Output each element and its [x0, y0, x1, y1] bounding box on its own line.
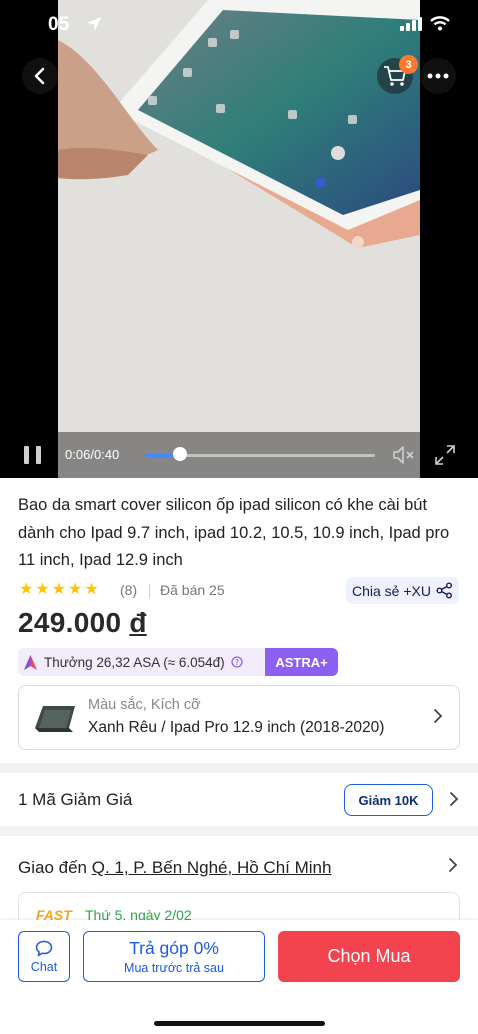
product-price: 249.000 đ [18, 607, 147, 639]
variant-label: Màu sắc, Kích cỡ [88, 697, 201, 713]
chat-label: Chat [30, 959, 58, 974]
fullscreen-icon [435, 445, 455, 465]
shipping-label: Giao đến Q. 1, P. Bến Nghé, Hồ Chí Minh [18, 858, 331, 878]
star-icon: ★ [35, 581, 50, 598]
variant-thumbnail [35, 706, 75, 732]
astra-logo-icon [24, 654, 37, 670]
star-icon: ★ [19, 581, 34, 598]
product-title: Bao da smart cover silicon ốp ipad silic… [18, 496, 450, 569]
share-button[interactable]: Chia sẻ +XU [346, 577, 459, 604]
chevron-right-icon [449, 858, 458, 872]
video-elapsed: 0:06 [65, 447, 91, 462]
rating-count[interactable]: (8) [120, 582, 137, 598]
more-button[interactable] [420, 58, 456, 94]
cart-count-badge: 3 [399, 55, 418, 74]
video-seek-thumb[interactable] [172, 447, 187, 461]
astra-plus-badge[interactable]: ASTRA+ [265, 648, 338, 676]
installment-subtitle: Mua trước trả sau [124, 961, 224, 975]
shipping-prefix: Giao đến [18, 858, 87, 877]
price-currency: đ [129, 607, 147, 638]
reward-text: Thưởng 26,32 ASA (≈ 6.054đ) [44, 654, 225, 670]
price-value: 249.000 [18, 607, 122, 638]
chevron-right-icon [450, 792, 459, 806]
product-video[interactable]: 05 3 0:06/0:40 [0, 0, 478, 478]
bottom-action-bar: Chat Trả góp 0% Mua trước trả sau Chọn M… [0, 920, 478, 1034]
reward-banner[interactable]: Thưởng 26,32 ASA (≈ 6.054đ) ? [18, 648, 266, 676]
shipping-address[interactable]: Q. 1, P. Bến Nghé, Hồ Chí Minh [92, 858, 332, 877]
voucher-chip[interactable]: Giảm 10K [344, 784, 433, 816]
installment-button[interactable]: Trả góp 0% Mua trước trả sau [83, 931, 265, 982]
mute-icon [393, 446, 414, 464]
installment-title: Trả góp 0% [129, 938, 219, 958]
video-frame[interactable] [58, 0, 420, 478]
video-duration: 0:40 [93, 447, 120, 462]
pause-button[interactable] [22, 445, 44, 470]
fullscreen-button[interactable] [434, 444, 456, 471]
chevron-right-icon [434, 709, 443, 723]
share-icon [436, 582, 452, 599]
wifi-icon [430, 16, 450, 36]
voucher-count: 1 Mã Giảm Giá [18, 790, 133, 809]
rating-stars[interactable]: ★ ★ ★ ★ ★ [19, 581, 99, 599]
star-icon: ★ [68, 581, 83, 598]
status-time: 05 [48, 14, 70, 35]
variant-value: Xanh Rêu / Ipad Pro 12.9 inch (2018-2020… [88, 719, 385, 736]
rating-divider [149, 584, 150, 598]
svg-text:?: ? [235, 658, 239, 667]
back-button[interactable] [22, 58, 58, 94]
section-divider [0, 763, 478, 773]
sold-count: Đã bán 25 [160, 582, 225, 598]
help-icon[interactable]: ? [231, 656, 243, 668]
voucher-row[interactable]: 1 Mã Giảm Giá Giảm 10K [0, 774, 478, 826]
chat-bubble-icon [35, 940, 53, 957]
mute-button[interactable] [392, 444, 416, 471]
home-indicator [154, 1021, 325, 1026]
signal-icon [400, 16, 422, 36]
star-icon: ★ [51, 581, 67, 598]
status-bar: 05 [0, 0, 478, 50]
buy-button[interactable]: Chọn Mua [278, 931, 460, 982]
more-dots-icon [427, 73, 449, 79]
video-controls: 0:06/0:40 [0, 432, 478, 478]
shipping-row[interactable]: Giao đến Q. 1, P. Bến Nghé, Hồ Chí Minh [0, 836, 478, 896]
section-divider [0, 826, 478, 836]
chat-button[interactable]: Chat [18, 931, 70, 982]
video-time: 0:06/0:40 [65, 447, 120, 462]
video-scene [58, 0, 420, 478]
pause-icon [24, 446, 41, 464]
share-label: Chia sẻ +XU [352, 582, 431, 599]
status-icons [400, 16, 450, 36]
location-arrow-icon [86, 16, 102, 37]
variant-selector[interactable]: Màu sắc, Kích cỡ Xanh Rêu / Ipad Pro 12.… [18, 685, 460, 750]
star-icon: ★ [84, 581, 99, 598]
chevron-left-icon [34, 67, 45, 85]
